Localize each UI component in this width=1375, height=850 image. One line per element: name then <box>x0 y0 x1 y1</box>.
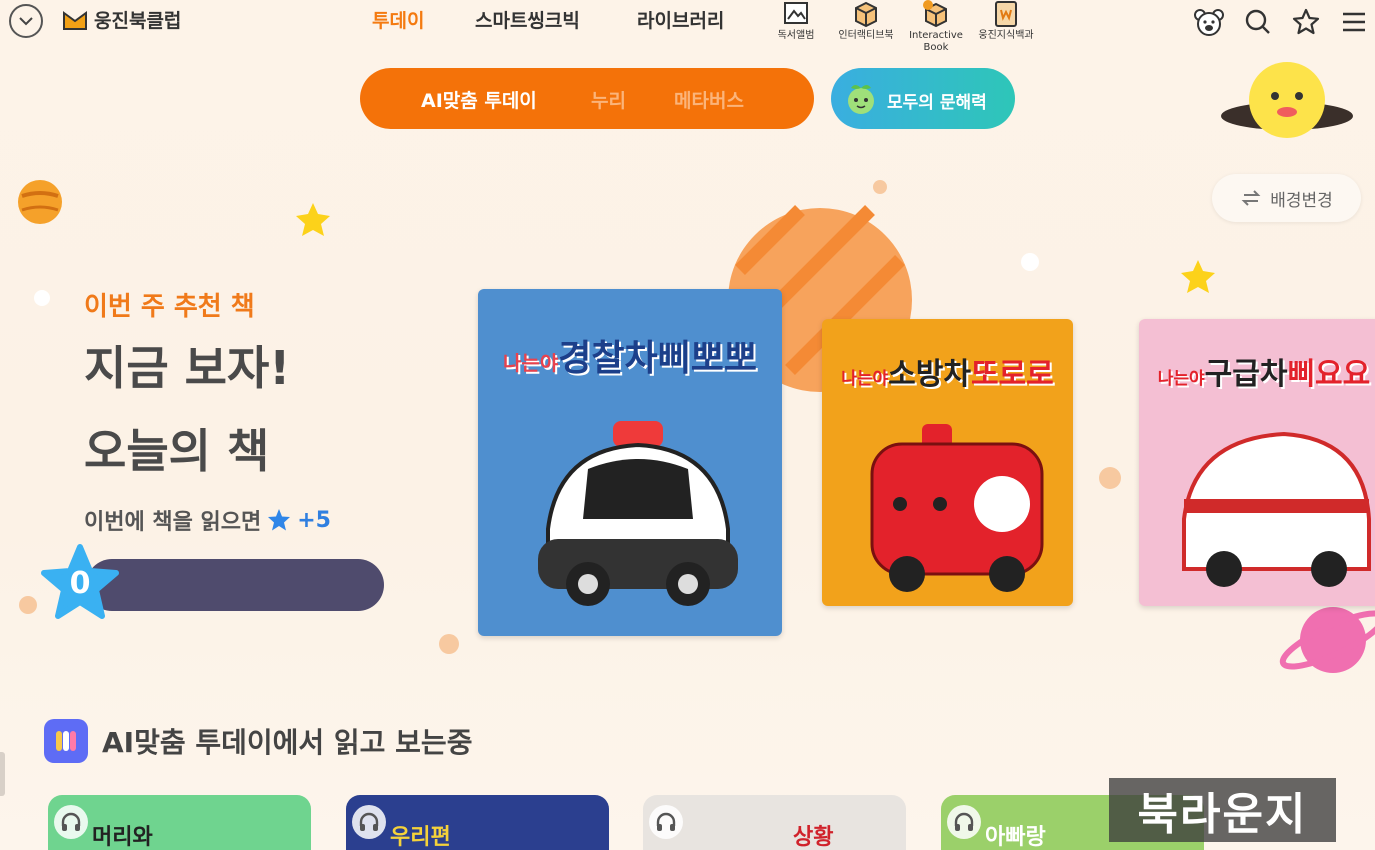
book-title: 나는야경찰차삐뽀뽀 <box>478 329 782 381</box>
book-title-prefix: 나는야 <box>503 351 559 375</box>
hamburger-menu-icon[interactable] <box>1338 6 1370 38</box>
watermark: 북라운지 <box>1109 778 1336 842</box>
book-title-main: 구급차 <box>1204 357 1288 392</box>
swap-arrows-icon <box>1241 190 1261 206</box>
book-police-car[interactable]: 나는야경찰차삐뽀뽀 <box>478 289 782 636</box>
star-count: 0 <box>69 566 91 601</box>
star-count-badge: 0 <box>40 544 120 624</box>
tab-nuri[interactable]: 누리 <box>591 86 626 113</box>
card-title: 우리편 <box>390 825 451 850</box>
logo[interactable]: 웅진북클럽 <box>62 6 181 33</box>
tab-ai-today[interactable]: AI맞춤 투데이 <box>421 86 537 113</box>
hero-eyebrow: 이번 주 추천 책 <box>84 292 255 322</box>
headphones-icon <box>352 805 386 839</box>
reward-value: +5 <box>297 507 331 533</box>
literacy-label: 모두의 문해력 <box>887 93 987 113</box>
background-change-button[interactable]: 배경변경 <box>1212 174 1361 222</box>
ai-today-section-icon <box>44 719 88 763</box>
nav-today[interactable]: 투데이 <box>372 6 424 33</box>
tab-metaverse[interactable]: 메타버스 <box>674 86 744 113</box>
service-interactive-book-en[interactable]: Interactive Book <box>898 0 974 54</box>
headphones-icon <box>54 805 88 839</box>
blue-star-icon <box>268 509 291 531</box>
reading-card[interactable]: 머리와 <box>48 795 311 850</box>
literacy-button[interactable]: 모두의 문해력 <box>831 68 1015 129</box>
book-club-logo-icon <box>63 10 87 30</box>
book-fire-truck[interactable]: 나는야소방차또로로 <box>822 319 1073 606</box>
reward-text: 이번에 책을 읽으면 <box>84 510 262 535</box>
book-title-prefix: 나는야 <box>841 369 889 389</box>
service-label: 독서앨범 <box>777 30 815 41</box>
chevron-down-icon[interactable] <box>9 4 43 38</box>
bear-profile-icon[interactable] <box>1193 6 1225 38</box>
book-title-main: 소방차 <box>888 357 971 392</box>
service-label: Interactive Book <box>909 30 963 53</box>
book-title-name: 또로로 <box>970 357 1054 392</box>
service-label: 웅진지식백과 <box>978 30 1034 41</box>
book-title-prefix: 나는야 <box>1157 369 1205 389</box>
logo-text: 웅진북클럽 <box>94 10 182 32</box>
book-title: 나는야소방차또로로 <box>822 349 1073 393</box>
service-interactive-book-ko[interactable]: 인터랙티브북 <box>828 0 904 42</box>
police-car-illustration <box>538 421 738 606</box>
headphones-icon <box>947 805 981 839</box>
ambulance-illustration <box>1182 431 1371 587</box>
en-box-icon <box>923 0 947 28</box>
box-icon <box>855 1 877 28</box>
card-title: 머리와 <box>92 825 153 850</box>
star-progress-bar <box>86 559 384 611</box>
card-title: 상황 <box>793 825 834 850</box>
side-drawer-handle[interactable] <box>0 752 5 796</box>
star-icon[interactable] <box>1290 6 1322 38</box>
nav-smart-thinkbig[interactable]: 스마트씽크빅 <box>475 6 580 33</box>
top-header: 웅진북클럽 투데이 스마트씽크빅 라이브러리 독서앨범 인터랙티브북 Inter… <box>0 0 1375 60</box>
book-title-name: 삐뽀뽀 <box>657 338 757 379</box>
book-title-main: 경찰차 <box>558 338 658 379</box>
book-title-name: 삐요요 <box>1287 357 1371 392</box>
headphones-icon <box>649 805 683 839</box>
reading-card[interactable]: 우리편 <box>346 795 609 850</box>
reading-card[interactable]: 상황 <box>643 795 906 850</box>
book-title: 나는야구급차삐요요 <box>1139 349 1375 393</box>
album-icon <box>784 2 808 24</box>
search-icon[interactable] <box>1242 6 1274 38</box>
reward-info: 이번에 책을 읽으면 +5 <box>84 504 331 536</box>
background-change-label: 배경변경 <box>1270 190 1333 211</box>
subnav-tabs: AI맞춤 투데이 누리 메타버스 <box>360 68 814 129</box>
section-title: AI맞춤 투데이에서 읽고 보는중 <box>102 726 473 759</box>
encyclopedia-icon <box>995 1 1017 27</box>
book-ambulance[interactable]: 나는야구급차삐요요 <box>1139 319 1375 606</box>
fire-truck-illustration <box>870 424 1044 592</box>
nav-library[interactable]: 라이브러리 <box>637 6 724 33</box>
hero-title-line1: 지금 보자! <box>84 341 291 395</box>
service-reading-album[interactable]: 독서앨범 <box>758 0 834 42</box>
service-encyclopedia[interactable]: 웅진지식백과 <box>968 0 1044 42</box>
service-label: 인터랙티브북 <box>838 30 894 41</box>
card-title: 아빠랑 <box>985 825 1046 850</box>
hero-title-line2: 오늘의 책 <box>84 424 270 478</box>
sprout-character-icon <box>848 85 874 114</box>
